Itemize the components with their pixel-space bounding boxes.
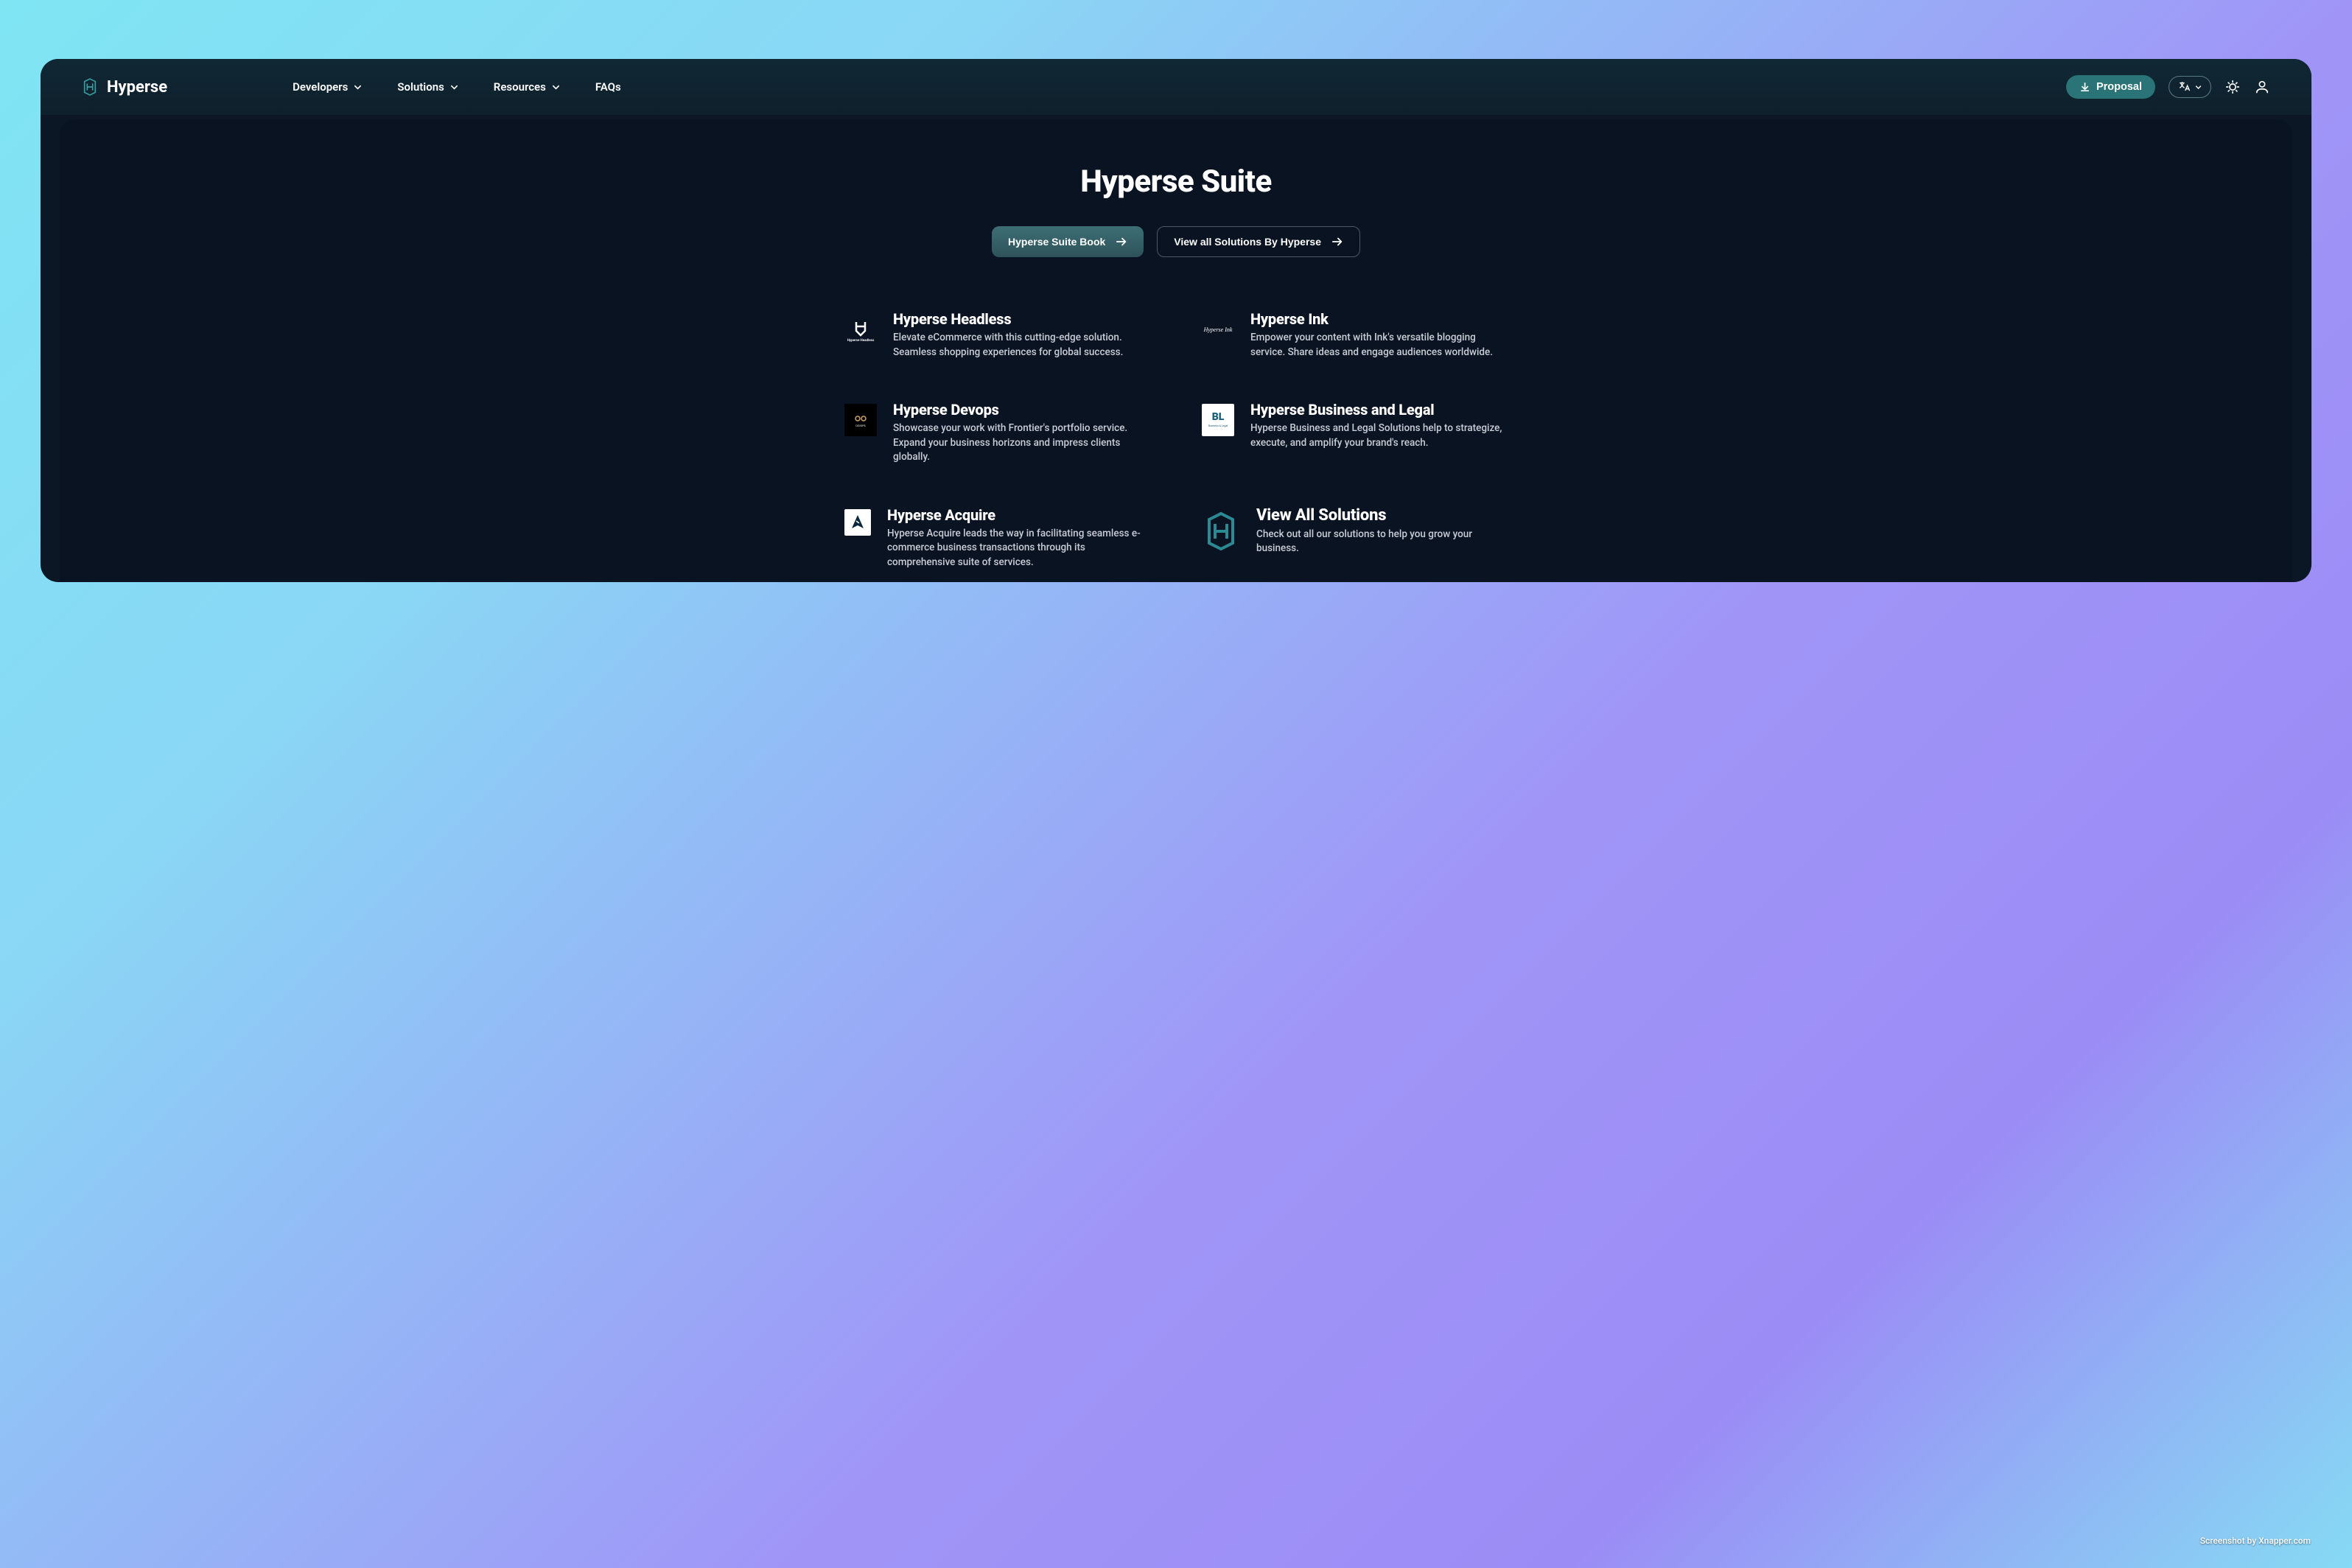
translate-icon bbox=[2178, 80, 2191, 94]
nav-resources[interactable]: Resources bbox=[494, 80, 560, 94]
nav-solutions[interactable]: Solutions bbox=[397, 80, 458, 94]
hyperse-logo-icon bbox=[1202, 509, 1240, 553]
user-icon bbox=[2254, 79, 2270, 95]
chevron-down-icon bbox=[450, 83, 458, 91]
button-label: Hyperse Suite Book bbox=[1008, 236, 1105, 248]
card-headless[interactable]: Hyperse Headless Hyperse Headless Elevat… bbox=[844, 310, 1150, 360]
nav-developers[interactable]: Developers bbox=[293, 80, 362, 94]
card-description: Elevate eCommerce with this cutting-edge… bbox=[893, 331, 1150, 360]
svg-text:Business & Legal: Business & Legal bbox=[1208, 424, 1228, 427]
arrow-right-icon bbox=[1331, 237, 1343, 247]
brand-logo-icon bbox=[82, 77, 98, 97]
nav-label: FAQs bbox=[595, 80, 621, 94]
page-title: Hyperse Suite bbox=[126, 164, 2226, 200]
card-acquire[interactable]: Hyperse Acquire Hyperse Acquire leads th… bbox=[844, 506, 1150, 570]
card-title: View All Solutions bbox=[1256, 506, 1508, 525]
brand-name: Hyperse bbox=[107, 78, 167, 97]
card-description: Hyperse Acquire leads the way in facilit… bbox=[887, 527, 1150, 570]
header-actions: Proposal bbox=[2066, 75, 2270, 99]
nav-label: Resources bbox=[494, 80, 546, 94]
theme-toggle-button[interactable] bbox=[2225, 79, 2241, 95]
svg-text:Hyperse Ink: Hyperse Ink bbox=[1203, 326, 1233, 333]
nav-label: Solutions bbox=[397, 80, 444, 94]
card-description: Showcase your work with Frontier's portf… bbox=[893, 421, 1150, 465]
devops-icon: DEVOPS bbox=[844, 404, 877, 436]
svg-text:Hyperse Headless: Hyperse Headless bbox=[847, 338, 875, 343]
hero-actions: Hyperse Suite Book View all Solutions By… bbox=[126, 226, 2226, 257]
proposal-label: Proposal bbox=[2096, 81, 2142, 93]
language-button[interactable] bbox=[2169, 76, 2211, 98]
card-title: Hyperse Devops bbox=[893, 401, 1150, 419]
suite-book-button[interactable]: Hyperse Suite Book bbox=[992, 226, 1144, 257]
sun-icon bbox=[2225, 79, 2241, 95]
attribution-text: Screenshot by Xnapper.com bbox=[2200, 1536, 2311, 1546]
download-icon bbox=[2079, 82, 2090, 93]
chevron-down-icon bbox=[552, 83, 560, 91]
business-legal-icon: BL Business & Legal bbox=[1202, 404, 1234, 436]
card-description: Hyperse Business and Legal Solutions hel… bbox=[1250, 421, 1508, 450]
nav-faqs[interactable]: FAQs bbox=[595, 80, 621, 94]
card-title: Hyperse Headless bbox=[893, 310, 1150, 328]
card-description: Empower your content with Ink's versatil… bbox=[1250, 331, 1508, 360]
card-title: Hyperse Acquire bbox=[887, 506, 1150, 524]
ink-icon: Hyperse Ink bbox=[1202, 313, 1234, 346]
app-window: Hyperse Developers Solutions Resources F… bbox=[41, 59, 2311, 582]
chevron-down-icon bbox=[354, 83, 362, 91]
view-all-solutions-button[interactable]: View all Solutions By Hyperse bbox=[1157, 226, 1360, 257]
nav-label: Developers bbox=[293, 80, 348, 94]
arrow-right-icon bbox=[1116, 237, 1127, 247]
card-view-all[interactable]: View All Solutions Check out all our sol… bbox=[1202, 506, 1508, 570]
card-description: Check out all our solutions to help you … bbox=[1256, 528, 1508, 556]
user-account-button[interactable] bbox=[2254, 79, 2270, 95]
svg-text:DEVOPS: DEVOPS bbox=[855, 424, 865, 427]
brand[interactable]: Hyperse bbox=[82, 77, 167, 97]
acquire-icon bbox=[844, 509, 871, 536]
button-label: View all Solutions By Hyperse bbox=[1174, 236, 1321, 248]
card-business-legal[interactable]: BL Business & Legal Hyperse Business and… bbox=[1202, 401, 1508, 465]
headless-icon: Hyperse Headless bbox=[844, 313, 877, 346]
card-ink[interactable]: Hyperse Ink Hyperse Ink Empower your con… bbox=[1202, 310, 1508, 360]
header: Hyperse Developers Solutions Resources F… bbox=[41, 59, 2311, 115]
main-nav: Developers Solutions Resources FAQs bbox=[293, 80, 2037, 94]
solutions-grid: Hyperse Headless Hyperse Headless Elevat… bbox=[844, 310, 1508, 570]
card-title: Hyperse Business and Legal bbox=[1250, 401, 1508, 419]
card-title: Hyperse Ink bbox=[1250, 310, 1508, 328]
proposal-button[interactable]: Proposal bbox=[2066, 75, 2155, 99]
svg-text:BL: BL bbox=[1212, 411, 1225, 423]
main-content: Hyperse Suite Hyperse Suite Book View al… bbox=[60, 119, 2292, 582]
chevron-down-icon bbox=[2195, 84, 2202, 91]
card-devops[interactable]: DEVOPS Hyperse Devops Showcase your work… bbox=[844, 401, 1150, 465]
